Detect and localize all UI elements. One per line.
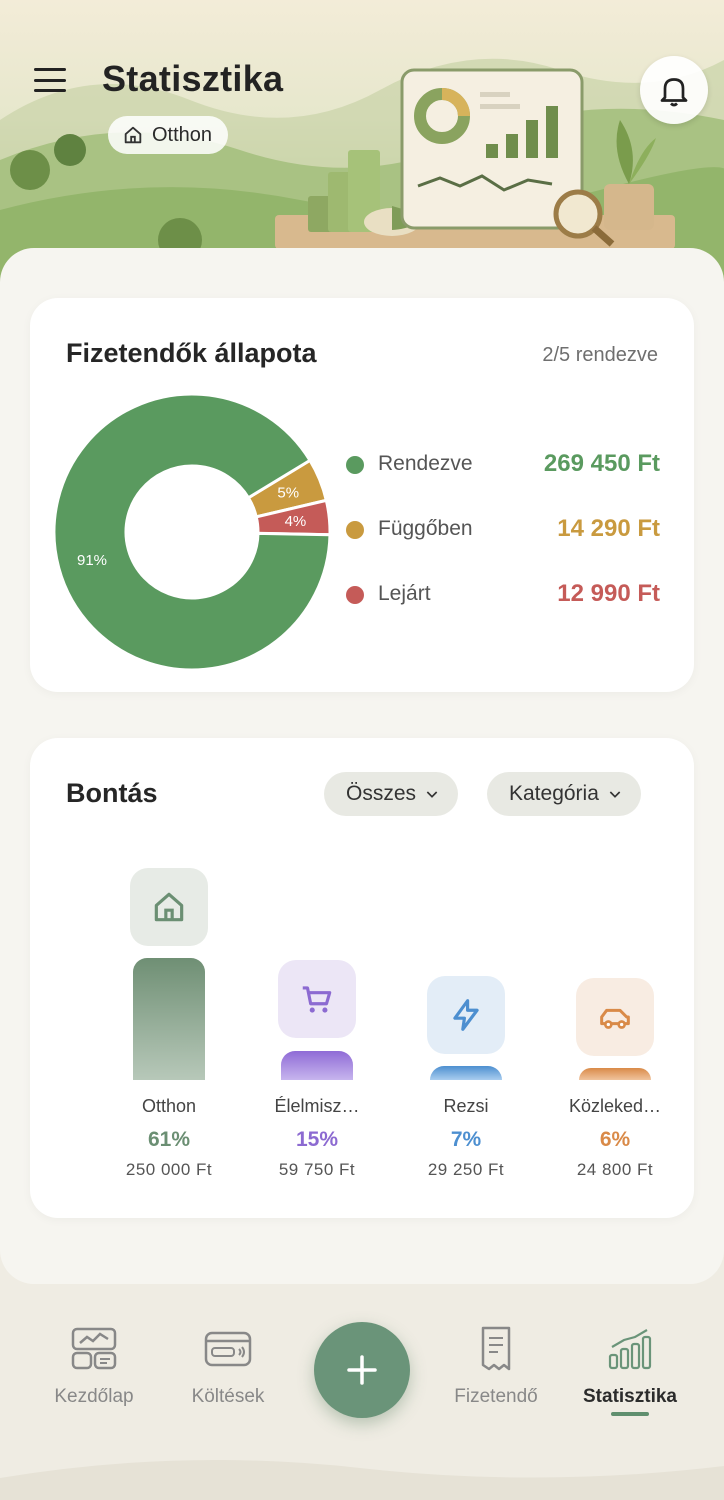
legend-dot [346,521,364,539]
category-amount: 59 750 Ft [278,1160,356,1179]
receipt-icon [481,1326,511,1371]
settled-count: 2/5 rendezve [542,344,658,366]
bar-chart-icon [608,1329,652,1370]
category-name: Rezsi [443,1096,489,1116]
legend-dot [346,456,364,474]
donut-slice-label: 91% [77,552,107,569]
plus-icon [347,1355,377,1385]
home-icon [124,126,142,144]
legend-label: Lejárt [378,582,431,605]
category-amount: 29 250 Ft [427,1160,505,1179]
nav-label: Statisztika [583,1386,677,1407]
category-icon-tile [130,868,208,946]
donut-slice-label: 4% [285,513,307,530]
donut-slice-label: 5% [277,485,299,502]
nav-label: Fizetendő [454,1386,538,1407]
notification-button[interactable] [640,56,708,124]
legend-item-overdue: Lejárt 12 990 Ft [346,576,660,641]
status-legend: Rendezve 269 450 Ft Függőben 14 290 Ft L… [346,446,660,641]
dashboard-icon [71,1327,117,1370]
category-bar [430,1066,502,1080]
shopping-cart-icon [302,986,332,1013]
legend-item-settled: Rendezve 269 450 Ft [346,446,660,511]
legend-dot [346,586,364,604]
nav-item-expenses[interactable]: Költések [163,1324,293,1408]
category-percent: 61% [147,1128,191,1151]
legend-amount: 269 450 Ft [543,450,660,477]
card-icon [204,1331,252,1367]
menu-button[interactable] [30,62,70,98]
legend-amount: 14 290 Ft [557,515,660,542]
lightning-icon [453,999,479,1031]
category-amount: 250 000 Ft [125,1160,213,1179]
content-sheet: Fizetendők állapota 2/5 rendezve 5% 4% 91%… [0,248,724,1284]
home-icon [154,892,184,922]
context-chip[interactable]: Otthon [108,116,229,154]
bell-icon [660,78,688,107]
category-icon-tile [278,960,356,1038]
legend-label: Függőben [378,517,473,540]
grouping-filter-dropdown[interactable]: Kategória [487,772,641,816]
nav-item-statistics[interactable]: Statisztika [565,1324,695,1408]
nav-label: Kezdőlap [54,1386,134,1407]
nav-item-home[interactable]: Kezdőlap [29,1324,159,1408]
active-tab-indicator [611,1412,649,1416]
category-icon-tile [427,976,505,1054]
card-title: Bontás [66,778,158,808]
category-percent: 6% [599,1128,631,1151]
dropdown-label: Kategória [509,782,599,805]
category-percent: 15% [295,1128,339,1151]
period-filter-dropdown[interactable]: Összes [324,772,459,816]
context-chip-label: Otthon [152,123,213,146]
category-name: Élelmisz… [274,1096,360,1116]
legend-label: Rendezve [378,452,473,475]
category-name: Közleked… [568,1096,662,1116]
status-donut-chart: 5% 4% 91% [52,392,332,672]
card-title: Fizetendők állapota [66,338,317,368]
page-title: Statisztika [102,58,284,99]
category-icon-tile [576,978,654,1056]
nav-label: Költések [191,1386,265,1407]
chevron-down-icon [426,791,438,798]
chevron-down-icon [609,791,621,798]
bottom-decoration [0,1460,724,1500]
category-bar [579,1068,651,1080]
dropdown-label: Összes [346,782,417,805]
breakdown-card: Otthon 61% 250 000 Ft Élelmisz… 15% 59 7… [30,738,694,1218]
category-bar [281,1051,353,1080]
nav-item-payables[interactable]: Fizetendő [431,1324,561,1408]
category-bar [133,958,205,1080]
legend-amount: 12 990 Ft [557,580,660,607]
category-name: Otthon [141,1096,197,1116]
car-icon [600,1008,630,1029]
hamburger-menu-icon [34,68,66,71]
payment-status-card: Fizetendők állapota 2/5 rendezve 5% 4% 91%… [30,298,694,692]
category-percent: 7% [450,1128,482,1151]
legend-item-pending: Függőben 14 290 Ft [346,511,660,576]
add-button[interactable] [314,1322,410,1418]
category-amount: 24 800 Ft [576,1160,654,1179]
